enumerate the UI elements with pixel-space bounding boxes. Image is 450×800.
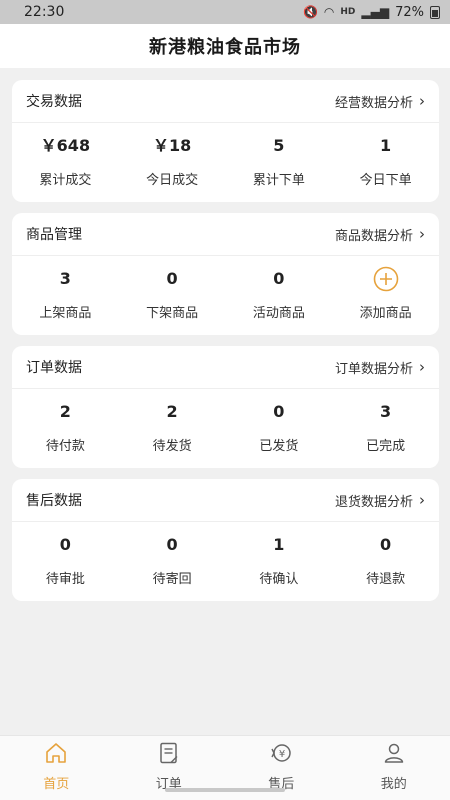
status-bar: 22:30 🔇 ◠ HD ▂▄▆ 72% [0, 0, 450, 24]
stat-value: 0 [166, 535, 178, 554]
stat-label: 上架商品 [39, 306, 92, 321]
card-title: 商品管理 [26, 227, 82, 243]
card-title: 交易数据 [26, 94, 82, 110]
stat-label: 待付款 [45, 439, 85, 454]
stat-label: 活动商品 [252, 306, 305, 321]
tab-label: 首页 [43, 777, 70, 792]
chevron-right-icon: › [419, 357, 425, 376]
card-header: 交易数据 经营数据分析 › [12, 80, 439, 123]
stat-label: 添加商品 [359, 306, 412, 321]
stat-value: 3 [59, 269, 71, 288]
chevron-right-icon: › [419, 490, 425, 509]
stat-label: 下架商品 [146, 306, 199, 321]
tab-home[interactable]: 首页 [0, 736, 113, 800]
add-product-button[interactable]: 添加商品 [332, 256, 439, 334]
stat-pending-shipment[interactable]: 2 待发货 [119, 389, 226, 467]
tab-label: 我的 [380, 777, 407, 792]
app-header: 新港粮油食品市场 [0, 24, 450, 68]
stat-label: 已完成 [366, 439, 406, 454]
status-time: 22:30 [24, 4, 65, 20]
home-indicator[interactable] [165, 788, 285, 792]
stat-label: 今日下单 [359, 173, 412, 188]
network-type: HD [340, 7, 356, 17]
trade-data-card: 交易数据 经营数据分析 › ￥648 累计成交 ￥18 今日成交 5 累计下单 … [12, 80, 439, 202]
stat-label: 今日成交 [146, 173, 199, 188]
stat-value: 1 [380, 136, 392, 155]
stat-value: 0 [59, 535, 71, 554]
card-header: 商品管理 商品数据分析 › [12, 213, 439, 256]
plus-circle-icon [373, 266, 399, 292]
stat-label: 待寄回 [152, 572, 192, 587]
stat-value: ￥18 [152, 136, 192, 155]
chevron-right-icon: › [419, 224, 425, 243]
link-label: 商品数据分析 [334, 228, 413, 244]
status-icons: 🔇 ◠ HD ▂▄▆ 72% [303, 5, 440, 20]
stat-value: 0 [273, 269, 285, 288]
stat-total-orders[interactable]: 5 累计下单 [226, 123, 333, 201]
stat-label: 待确认 [259, 572, 299, 587]
card-header: 售后数据 退货数据分析 › [12, 479, 439, 522]
tab-profile[interactable]: 我的 [338, 736, 450, 800]
stat-today-deals[interactable]: ￥18 今日成交 [119, 123, 226, 201]
card-title: 售后数据 [26, 493, 82, 509]
stat-label: 待发货 [152, 439, 192, 454]
stat-pending-return[interactable]: 0 待寄回 [119, 522, 226, 600]
stat-value: 2 [59, 402, 71, 421]
stat-value: 0 [166, 269, 178, 288]
order-analysis-link[interactable]: 订单数据分析 › [335, 358, 425, 377]
product-management-card: 商品管理 商品数据分析 › 3 上架商品 0 下架商品 0 活动商品 添加商品 [12, 213, 439, 335]
card-header: 订单数据 订单数据分析 › [12, 346, 439, 389]
svg-text:¥: ¥ [279, 749, 285, 760]
battery-icon [430, 5, 440, 19]
stat-value: ￥648 [40, 136, 91, 155]
chevron-right-icon: › [419, 91, 425, 110]
stat-delisted-products[interactable]: 0 下架商品 [119, 256, 226, 334]
stat-completed[interactable]: 3 已完成 [332, 389, 439, 467]
stat-listed-products[interactable]: 3 上架商品 [12, 256, 119, 334]
link-label: 退货数据分析 [334, 494, 413, 510]
stat-today-orders[interactable]: 1 今日下单 [332, 123, 439, 201]
stat-label: 累计下单 [252, 173, 305, 188]
return-analysis-link[interactable]: 退货数据分析 › [335, 491, 425, 510]
stat-pending-approval[interactable]: 0 待审批 [12, 522, 119, 600]
stat-promo-products[interactable]: 0 活动商品 [226, 256, 333, 334]
stat-value: 3 [380, 402, 392, 421]
stat-label: 累计成交 [39, 173, 92, 188]
battery-percent: 72% [395, 4, 424, 20]
after-sales-card: 售后数据 退货数据分析 › 0 待审批 0 待寄回 1 待确认 0 待退款 [12, 479, 439, 601]
profile-icon [382, 741, 406, 769]
stat-pending-refund[interactable]: 0 待退款 [332, 522, 439, 600]
stat-value: 2 [166, 402, 178, 421]
stat-label: 待审批 [45, 572, 85, 587]
business-analysis-link[interactable]: 经营数据分析 › [335, 92, 425, 111]
link-label: 订单数据分析 [334, 361, 413, 377]
stat-pending-payment[interactable]: 2 待付款 [12, 389, 119, 467]
stat-value: 1 [273, 535, 285, 554]
stat-value: 5 [273, 136, 285, 155]
order-data-card: 订单数据 订单数据分析 › 2 待付款 2 待发货 0 已发货 3 已完成 [12, 346, 439, 468]
stat-value: 0 [380, 535, 392, 554]
stat-label: 待退款 [366, 572, 406, 587]
mute-icon: 🔇 [302, 5, 318, 19]
stat-label: 已发货 [259, 439, 299, 454]
product-analysis-link[interactable]: 商品数据分析 › [335, 225, 425, 244]
stat-pending-confirm[interactable]: 1 待确认 [226, 522, 333, 600]
stat-total-deals[interactable]: ￥648 累计成交 [12, 123, 119, 201]
order-icon [157, 741, 181, 769]
card-title: 订单数据 [26, 360, 82, 376]
stat-value: 0 [273, 402, 285, 421]
home-icon [44, 741, 68, 769]
signal-icon: ▂▄▆ [361, 5, 390, 19]
stat-shipped[interactable]: 0 已发货 [226, 389, 333, 467]
wifi-icon: ◠ [323, 5, 335, 19]
after-sales-icon: ¥ [269, 741, 293, 769]
page-title: 新港粮油食品市场 [149, 37, 301, 58]
link-label: 经营数据分析 [334, 95, 413, 111]
